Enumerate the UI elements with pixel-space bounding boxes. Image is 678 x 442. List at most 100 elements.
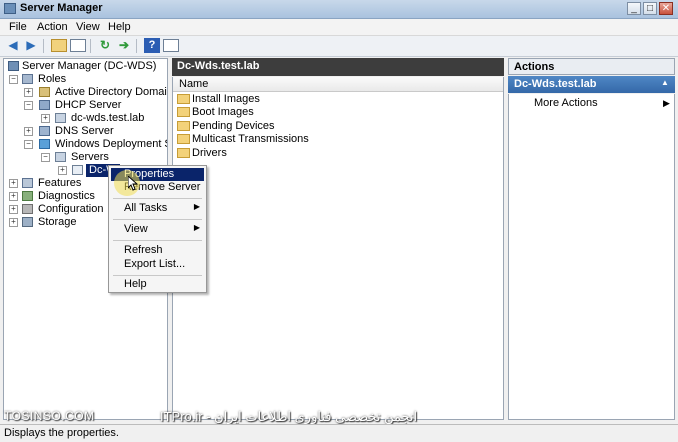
window-title: Server Manager xyxy=(20,2,103,14)
expand-icon[interactable]: + xyxy=(24,127,33,136)
tree-item-active-directory[interactable]: Active Directory Domain Se xyxy=(55,86,167,99)
menu-item-refresh[interactable]: Refresh xyxy=(111,244,204,257)
server-manager-app-icon xyxy=(4,3,16,14)
diagnostics-icon xyxy=(22,191,33,201)
status-bar: Displays the properties. xyxy=(0,424,678,442)
storage-icon xyxy=(22,217,33,227)
list-item-label: Pending Devices xyxy=(192,120,275,132)
column-header-name[interactable]: Name xyxy=(173,77,503,92)
menu-file[interactable]: File xyxy=(9,21,27,33)
up-folder-icon[interactable] xyxy=(51,39,67,52)
back-icon[interactable]: ◀ xyxy=(5,38,21,53)
list-item[interactable]: Install Images xyxy=(173,93,503,106)
menu-item-label: View xyxy=(124,223,148,235)
refresh-icon[interactable]: ↻ xyxy=(97,38,113,53)
expand-icon[interactable]: + xyxy=(41,114,50,123)
actions-pane: More Actions ▶ xyxy=(508,94,675,420)
menu-separator xyxy=(113,219,202,220)
menu-item-view[interactable]: View ▶ xyxy=(111,223,204,236)
submenu-arrow-icon: ▶ xyxy=(663,98,670,108)
features-icon xyxy=(22,178,33,188)
list-item[interactable]: Multicast Transmissions xyxy=(173,133,503,146)
tree-root[interactable]: Server Manager (DC-WDS) xyxy=(22,60,156,73)
list-item[interactable]: Drivers xyxy=(173,147,503,160)
show-hide-tree-icon[interactable] xyxy=(70,39,86,52)
menu-item-export-list[interactable]: Export List... xyxy=(111,258,204,271)
list-item[interactable]: Pending Devices xyxy=(173,120,503,133)
results-pane-title: Dc-Wds.test.lab xyxy=(177,60,260,72)
tree-item-roles[interactable]: Roles xyxy=(38,73,66,86)
collapse-icon[interactable]: − xyxy=(41,153,50,162)
action-more-actions[interactable]: More Actions ▶ xyxy=(509,96,674,110)
list-item[interactable]: Boot Images xyxy=(173,106,503,119)
menu-item-label: All Tasks xyxy=(124,202,168,214)
tree-item-dhcp-server[interactable]: DHCP Server xyxy=(55,99,121,112)
actions-pane-header: Actions xyxy=(508,58,675,75)
expand-icon[interactable]: + xyxy=(58,166,67,175)
close-button[interactable]: ✕ xyxy=(659,2,673,15)
toolbar-separator xyxy=(136,39,137,53)
watermark-right-text: انجمن تخصصی فناوری اطلاعات ایران - ITPro… xyxy=(160,409,418,424)
folder-icon xyxy=(177,121,190,131)
tree-item-storage[interactable]: Storage xyxy=(38,216,77,229)
collapse-icon[interactable]: − xyxy=(24,101,33,110)
tree-item-wds[interactable]: Windows Deployment Servi xyxy=(55,138,167,151)
menu-item-all-tasks[interactable]: All Tasks ▶ xyxy=(111,202,204,215)
watermark: TOSINSO.COM انجمن تخصصی فناوری اطلاعات ا… xyxy=(0,409,678,425)
actions-section-title: Dc-Wds.test.lab xyxy=(514,78,597,90)
export-icon[interactable]: ➔ xyxy=(116,38,132,53)
server-icon xyxy=(72,165,83,175)
toolbar-separator xyxy=(43,39,44,53)
title-bar: Server Manager _ □ ✕ xyxy=(0,0,678,19)
expand-icon[interactable]: + xyxy=(9,218,18,227)
tree-item-diagnostics[interactable]: Diagnostics xyxy=(38,190,95,203)
mouse-cursor-icon xyxy=(128,176,138,191)
list-item-label: Boot Images xyxy=(192,106,254,118)
tree-item-dns-server[interactable]: DNS Server xyxy=(55,125,114,138)
folder-icon xyxy=(177,134,190,144)
expand-icon[interactable]: + xyxy=(9,179,18,188)
menu-help[interactable]: Help xyxy=(108,21,131,33)
menu-action[interactable]: Action xyxy=(37,21,68,33)
tree-item-features[interactable]: Features xyxy=(38,177,81,190)
tree-item-servers[interactable]: Servers xyxy=(71,151,109,164)
menu-item-label: Export List... xyxy=(124,258,186,270)
configuration-icon xyxy=(22,204,33,214)
collapse-icon[interactable]: − xyxy=(9,75,18,84)
folder-icon xyxy=(177,94,190,104)
dns-icon xyxy=(39,126,50,136)
help-icon[interactable]: ? xyxy=(144,38,160,53)
tree-item-dhcp-host[interactable]: dc-wds.test.lab xyxy=(71,112,144,125)
roles-icon xyxy=(22,74,33,84)
status-text: Displays the properties. xyxy=(4,427,119,439)
properties-icon[interactable] xyxy=(163,39,179,52)
expand-icon[interactable]: + xyxy=(24,88,33,97)
action-label: More Actions xyxy=(534,97,598,109)
dhcp-icon xyxy=(39,100,50,110)
actions-section-header[interactable]: Dc-Wds.test.lab ▲ xyxy=(508,76,675,93)
minimize-button[interactable]: _ xyxy=(627,2,641,15)
expand-icon[interactable]: + xyxy=(9,205,18,214)
tree-item-configuration[interactable]: Configuration xyxy=(38,203,103,216)
forward-icon[interactable]: ▶ xyxy=(23,38,39,53)
windows-deployment-icon xyxy=(39,139,50,149)
watermark-left-text: TOSINSO.COM xyxy=(4,409,95,423)
menu-separator xyxy=(113,198,202,199)
server-manager-icon xyxy=(8,61,19,71)
menu-view[interactable]: View xyxy=(76,21,100,33)
collapse-icon[interactable]: − xyxy=(24,140,33,149)
server-icon xyxy=(55,113,66,123)
list-item-label: Multicast Transmissions xyxy=(192,133,309,145)
servers-icon xyxy=(55,152,66,162)
menu-item-label: Refresh xyxy=(124,244,163,256)
list-item-label: Drivers xyxy=(192,147,227,159)
maximize-button[interactable]: □ xyxy=(643,2,657,15)
column-header-label: Name xyxy=(179,78,209,90)
expand-icon[interactable]: + xyxy=(9,192,18,201)
menu-bar: File Action View Help xyxy=(0,19,678,36)
menu-item-help[interactable]: Help xyxy=(111,278,204,291)
menu-separator xyxy=(113,275,202,276)
toolbar-separator xyxy=(90,39,91,53)
results-pane-header: Dc-Wds.test.lab xyxy=(172,58,504,76)
collapse-arrow-icon[interactable]: ▲ xyxy=(661,78,669,87)
